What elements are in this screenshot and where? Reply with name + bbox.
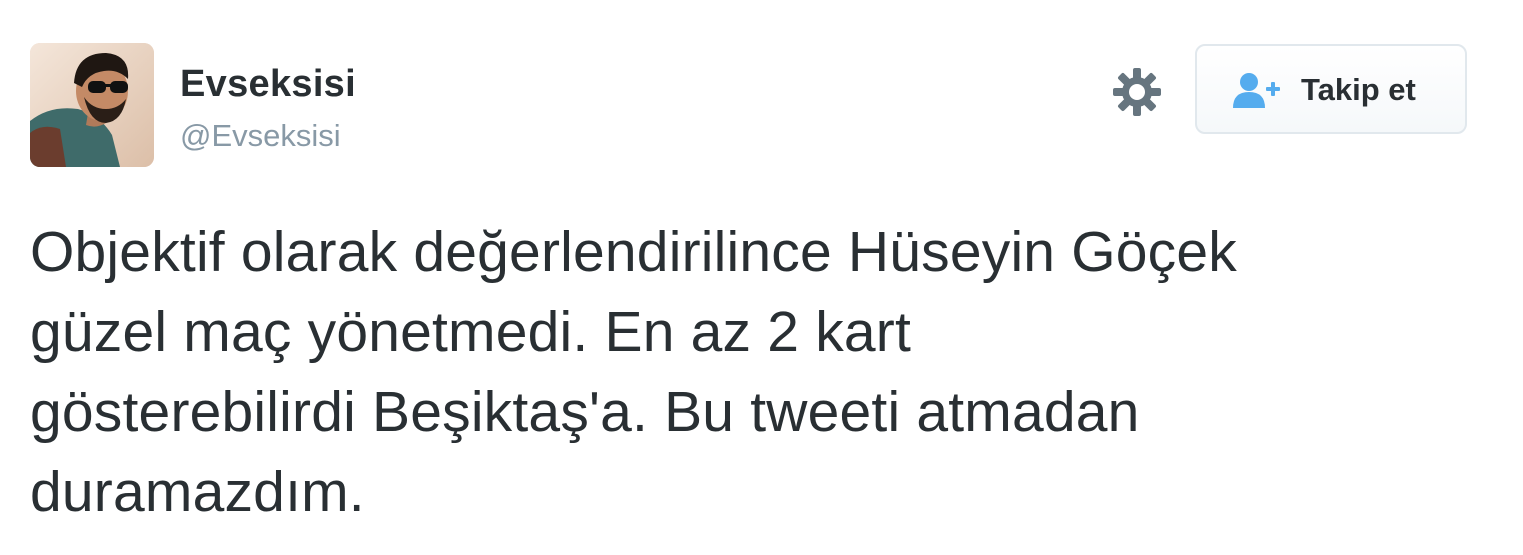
screen-name[interactable]: @Evseksisi — [180, 114, 356, 158]
tweet-text-line: gösterebilirdi Beşiktaş'a. Bu tweeti atm… — [30, 380, 1140, 444]
tweet-text-line: duramazdım. — [30, 460, 365, 524]
tweet-text-line: Objektif olarak değerlendirilince Hüseyi… — [30, 220, 1237, 284]
avatar[interactable] — [30, 43, 154, 167]
tweet-text: Objektif olarak değerlendirilince Hüseyi… — [30, 212, 1500, 532]
display-name[interactable]: Evseksisi — [180, 60, 356, 108]
tweet-text-line: güzel maç yönetmedi. En az 2 kart — [30, 300, 912, 364]
add-user-icon — [1233, 72, 1283, 110]
avatar-image — [30, 43, 154, 167]
user-info: Evseksisi @Evseksisi — [180, 60, 356, 158]
follow-button-label: Takip et — [1301, 72, 1416, 107]
tweet-card: Evseksisi @Evseksisi Takip et Objektif o… — [0, 0, 1523, 555]
follow-button[interactable]: Takip et — [1195, 44, 1467, 134]
gear-icon[interactable] — [1111, 66, 1163, 118]
